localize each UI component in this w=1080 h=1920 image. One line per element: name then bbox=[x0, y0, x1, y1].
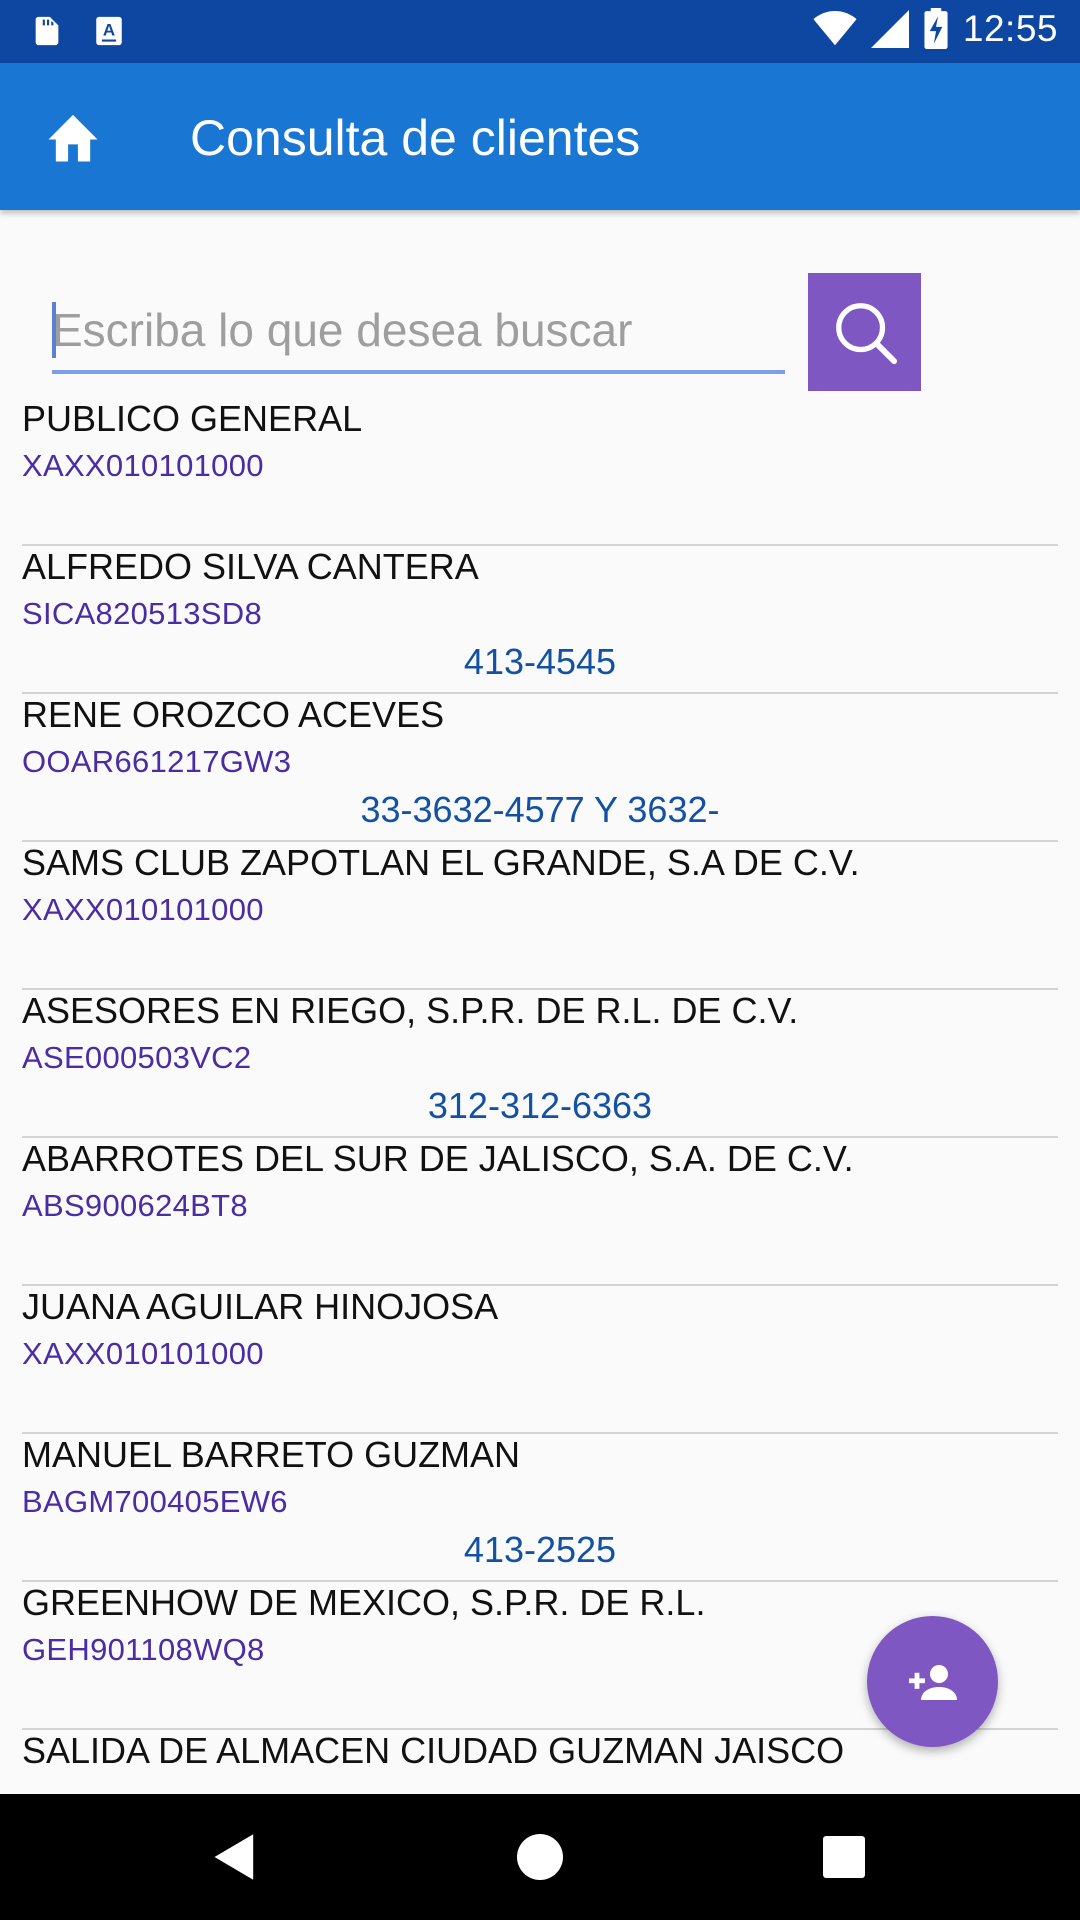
svg-text:A: A bbox=[103, 20, 115, 39]
client-row[interactable]: RENE OROZCO ACEVES OOAR661217GW3 33-3632… bbox=[0, 694, 1080, 842]
status-time: 12:55 bbox=[962, 8, 1058, 49]
client-row[interactable]: ASESORES EN RIEGO, S.P.R. DE R.L. DE C.V… bbox=[0, 990, 1080, 1138]
client-phone: 413-2525 bbox=[463, 1529, 617, 1570]
client-row[interactable]: SAMS CLUB ZAPOTLAN EL GRANDE, S.A DE C.V… bbox=[0, 842, 1080, 990]
client-row[interactable]: MANUEL BARRETO GUZMAN BAGM700405EW6 413-… bbox=[0, 1434, 1080, 1582]
status-bar: A 12:55 bbox=[0, 0, 1080, 63]
signal-icon bbox=[870, 10, 909, 48]
client-rfc: XAXX010101000 bbox=[22, 892, 264, 927]
client-row[interactable]: PUBLICO GENERAL XAXX010101000 bbox=[0, 398, 1080, 546]
home-button[interactable] bbox=[30, 101, 116, 173]
back-icon bbox=[214, 1834, 254, 1880]
client-name: ALFREDO SILVA CANTERA bbox=[22, 546, 479, 587]
client-name: PUBLICO GENERAL bbox=[22, 398, 363, 439]
client-name: GREENHOW DE MEXICO, S.P.R. DE R.L. bbox=[22, 1582, 706, 1623]
search-icon bbox=[835, 303, 897, 365]
client-name: SAMS CLUB ZAPOTLAN EL GRANDE, S.A DE C.V… bbox=[22, 842, 860, 883]
a-notification-icon: A bbox=[96, 16, 122, 46]
screen: A 12:55 Consulta de clientes PUBLICO GEN… bbox=[0, 0, 1080, 1920]
client-name: JUANA AGUILAR HINOJOSA bbox=[22, 1286, 499, 1327]
client-name: MANUEL BARRETO GUZMAN bbox=[22, 1434, 521, 1475]
add-person-icon bbox=[908, 1664, 957, 1700]
client-rfc: GEH901108WQ8 bbox=[22, 1632, 265, 1667]
client-rfc: ASE000503VC2 bbox=[22, 1040, 252, 1075]
navigation-bar bbox=[0, 1794, 1080, 1920]
page-title: Consulta de clientes bbox=[190, 110, 641, 166]
recents-icon bbox=[823, 1836, 865, 1878]
client-row[interactable]: JUANA AGUILAR HINOJOSA XAXX010101000 bbox=[0, 1286, 1080, 1434]
sd-card-icon bbox=[35, 16, 59, 46]
client-rfc: XAXX010101000 bbox=[22, 448, 264, 483]
client-phone: 33-3632-4577 Y 3632- bbox=[360, 789, 720, 830]
recents-button[interactable] bbox=[813, 1826, 875, 1888]
client-rfc: OOAR661217GW3 bbox=[22, 744, 292, 779]
battery-charging-icon bbox=[924, 8, 948, 49]
client-phone: 312-312-6363 bbox=[427, 1085, 653, 1126]
home-circle-icon bbox=[517, 1834, 563, 1880]
client-name: ASESORES EN RIEGO, S.P.R. DE R.L. DE C.V… bbox=[22, 990, 799, 1031]
search-input[interactable] bbox=[52, 290, 785, 374]
home-nav-button[interactable] bbox=[509, 1826, 571, 1888]
client-phone: 413-4545 bbox=[463, 641, 617, 682]
client-rfc: ABS900624BT8 bbox=[22, 1188, 248, 1223]
search-button[interactable] bbox=[808, 273, 921, 391]
back-button[interactable] bbox=[204, 1826, 266, 1888]
client-name: ABARROTES DEL SUR DE JALISCO, S.A. DE C.… bbox=[22, 1138, 854, 1179]
add-client-button[interactable] bbox=[867, 1616, 998, 1747]
text-cursor bbox=[52, 302, 56, 358]
client-name: SALIDA DE ALMACEN CIUDAD GUZMAN JAISCO bbox=[22, 1730, 845, 1771]
client-rfc: SICA820513SD8 bbox=[22, 596, 263, 631]
app-bar: Consulta de clientes bbox=[0, 63, 1080, 210]
client-row[interactable]: ABARROTES DEL SUR DE JALISCO, S.A. DE C.… bbox=[0, 1138, 1080, 1286]
client-name: RENE OROZCO ACEVES bbox=[22, 694, 445, 735]
client-rfc: BAGM700405EW6 bbox=[22, 1484, 288, 1519]
wifi-icon bbox=[813, 11, 857, 46]
home-icon bbox=[48, 114, 98, 162]
client-row[interactable]: ALFREDO SILVA CANTERA SICA820513SD8 413-… bbox=[0, 546, 1080, 694]
client-rfc: XAXX010101000 bbox=[22, 1336, 264, 1371]
